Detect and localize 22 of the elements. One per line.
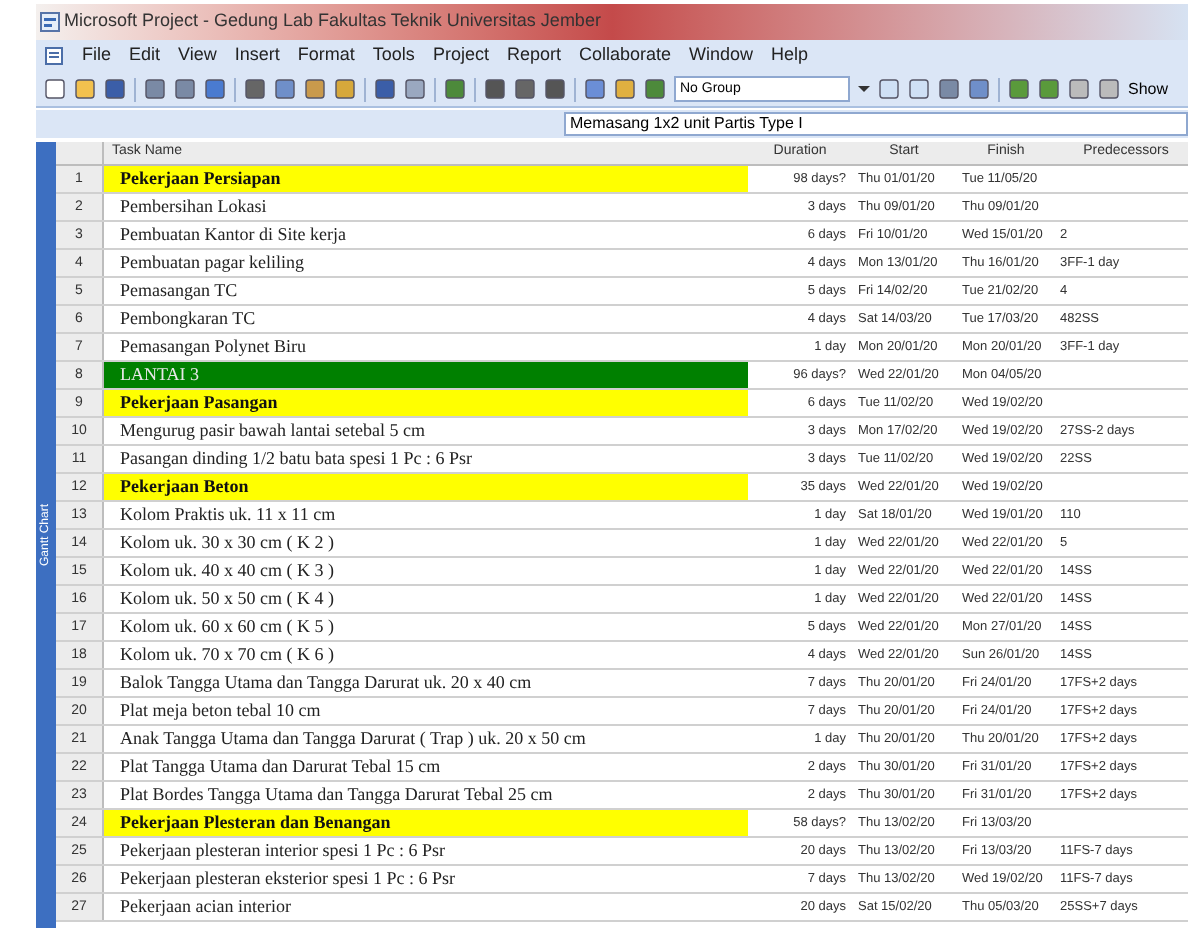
menu-item[interactable]: View [178, 42, 217, 70]
document-icon[interactable] [44, 46, 64, 66]
menu-item[interactable]: File [82, 42, 112, 70]
task-name-cell: Pekerjaan Pasangan [104, 390, 748, 416]
menu-item[interactable]: Help [771, 42, 809, 70]
task-name-cell: Pekerjaan Persiapan [104, 166, 748, 192]
menu-item[interactable]: Report [506, 42, 561, 70]
menu-item[interactable]: Collaborate [578, 42, 671, 70]
menu-item[interactable]: Edit [129, 42, 161, 70]
menu-item[interactable]: Format [297, 42, 355, 70]
entry-field[interactable]: Memasang 1x2 unit Partis Type I [564, 112, 1188, 136]
menu-item[interactable]: Project [432, 42, 489, 70]
dropdown-caret-icon[interactable] [858, 86, 870, 92]
task-name-cell: Pekerjaan Beton [104, 474, 748, 500]
menu-item[interactable]: Insert [234, 42, 280, 70]
task-name-cell: Pekerjaan Plesteran dan Benangan [104, 810, 748, 836]
task-name-cell: LANTAI 3 [104, 362, 748, 388]
menu-item[interactable]: Tools [372, 42, 415, 70]
show-button[interactable]: Show [1128, 77, 1169, 101]
window-title: Microsoft Project - Gedung Lab Fakultas Teknik Universitas Jember [64, 8, 601, 35]
app-icon [40, 12, 60, 32]
menu-item[interactable]: Window [689, 42, 754, 70]
